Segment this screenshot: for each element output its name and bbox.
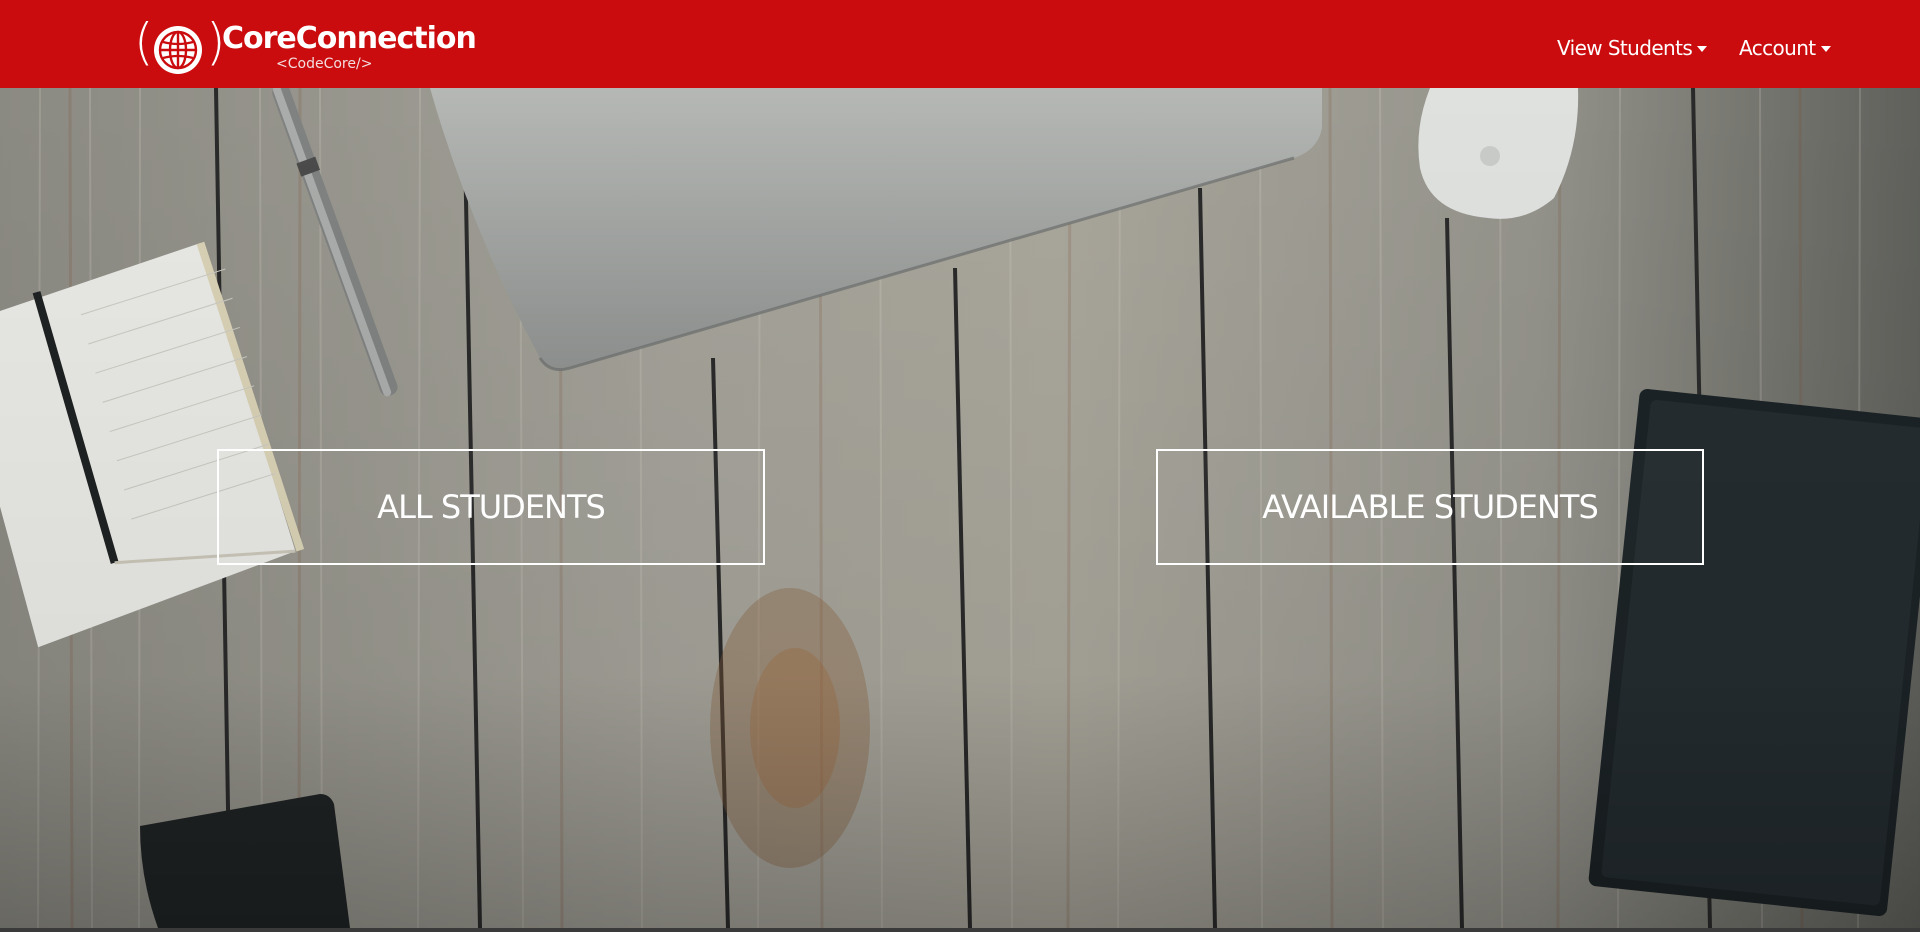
account-label: Account — [1739, 36, 1816, 60]
chevron-down-icon — [1820, 46, 1831, 52]
available-students-button[interactable]: AVAILABLE STUDENTS — [1156, 449, 1704, 565]
brand-name: CoreConnection — [222, 21, 477, 56]
brand-subtitle: <CodeCore/> — [276, 56, 373, 72]
all-students-button[interactable]: ALL STUDENTS — [217, 449, 765, 565]
globe-icon — [154, 26, 202, 74]
view-students-label: View Students — [1557, 36, 1693, 60]
view-students-dropdown[interactable]: View Students — [1557, 34, 1708, 62]
account-dropdown[interactable]: Account — [1739, 34, 1831, 62]
brand-logo-link[interactable]: ( ) CoreConnection <CodeCore/> — [134, 14, 477, 74]
footer-divider — [0, 928, 1920, 932]
chevron-down-icon — [1697, 46, 1708, 52]
navbar: ( ) CoreConnection <CodeCore/> View Stud… — [0, 0, 1920, 88]
